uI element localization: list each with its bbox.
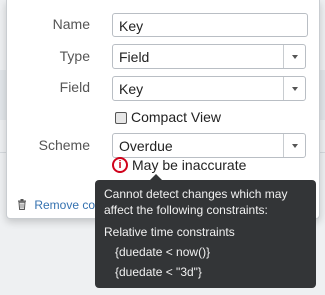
scheme-label: Scheme [38,137,90,153]
tooltip-line-1: Cannot detect changes which may [104,187,288,201]
field-select[interactable]: Key [112,76,306,101]
chevron-down-icon[interactable] [283,77,305,100]
chevron-down-icon[interactable] [283,45,305,68]
name-input[interactable]: Key [112,13,308,37]
tooltip-line-2: affect the following constraints: [104,203,268,217]
type-label: Type [59,48,90,64]
tooltip-constraint-item: {duedate < "3d"} [115,265,202,279]
scheme-select-value: Overdue [119,138,173,154]
remove-column-label: Remove col [34,198,98,212]
name-label: Name [52,16,90,32]
type-select[interactable]: Field [112,44,306,69]
constraints-tooltip: Cannot detect changes which may affect t… [95,174,316,288]
trash-icon [17,198,30,212]
info-icon[interactable]: i [112,157,128,173]
type-select-value: Field [119,49,150,65]
inaccurate-warning-text: May be inaccurate [132,157,247,173]
remove-column-link[interactable]: Remove col [17,198,98,212]
chevron-down-icon[interactable] [283,134,305,157]
scheme-select[interactable]: Overdue [112,133,306,158]
field-select-value: Key [119,81,144,97]
tooltip-constraint-item: {duedate < now()} [115,245,211,259]
compact-view-label[interactable]: Compact View [131,109,221,125]
tooltip-section-title: Relative time constraints [104,225,235,239]
compact-view-checkbox[interactable] [115,112,127,124]
field-label: Field [59,79,90,95]
